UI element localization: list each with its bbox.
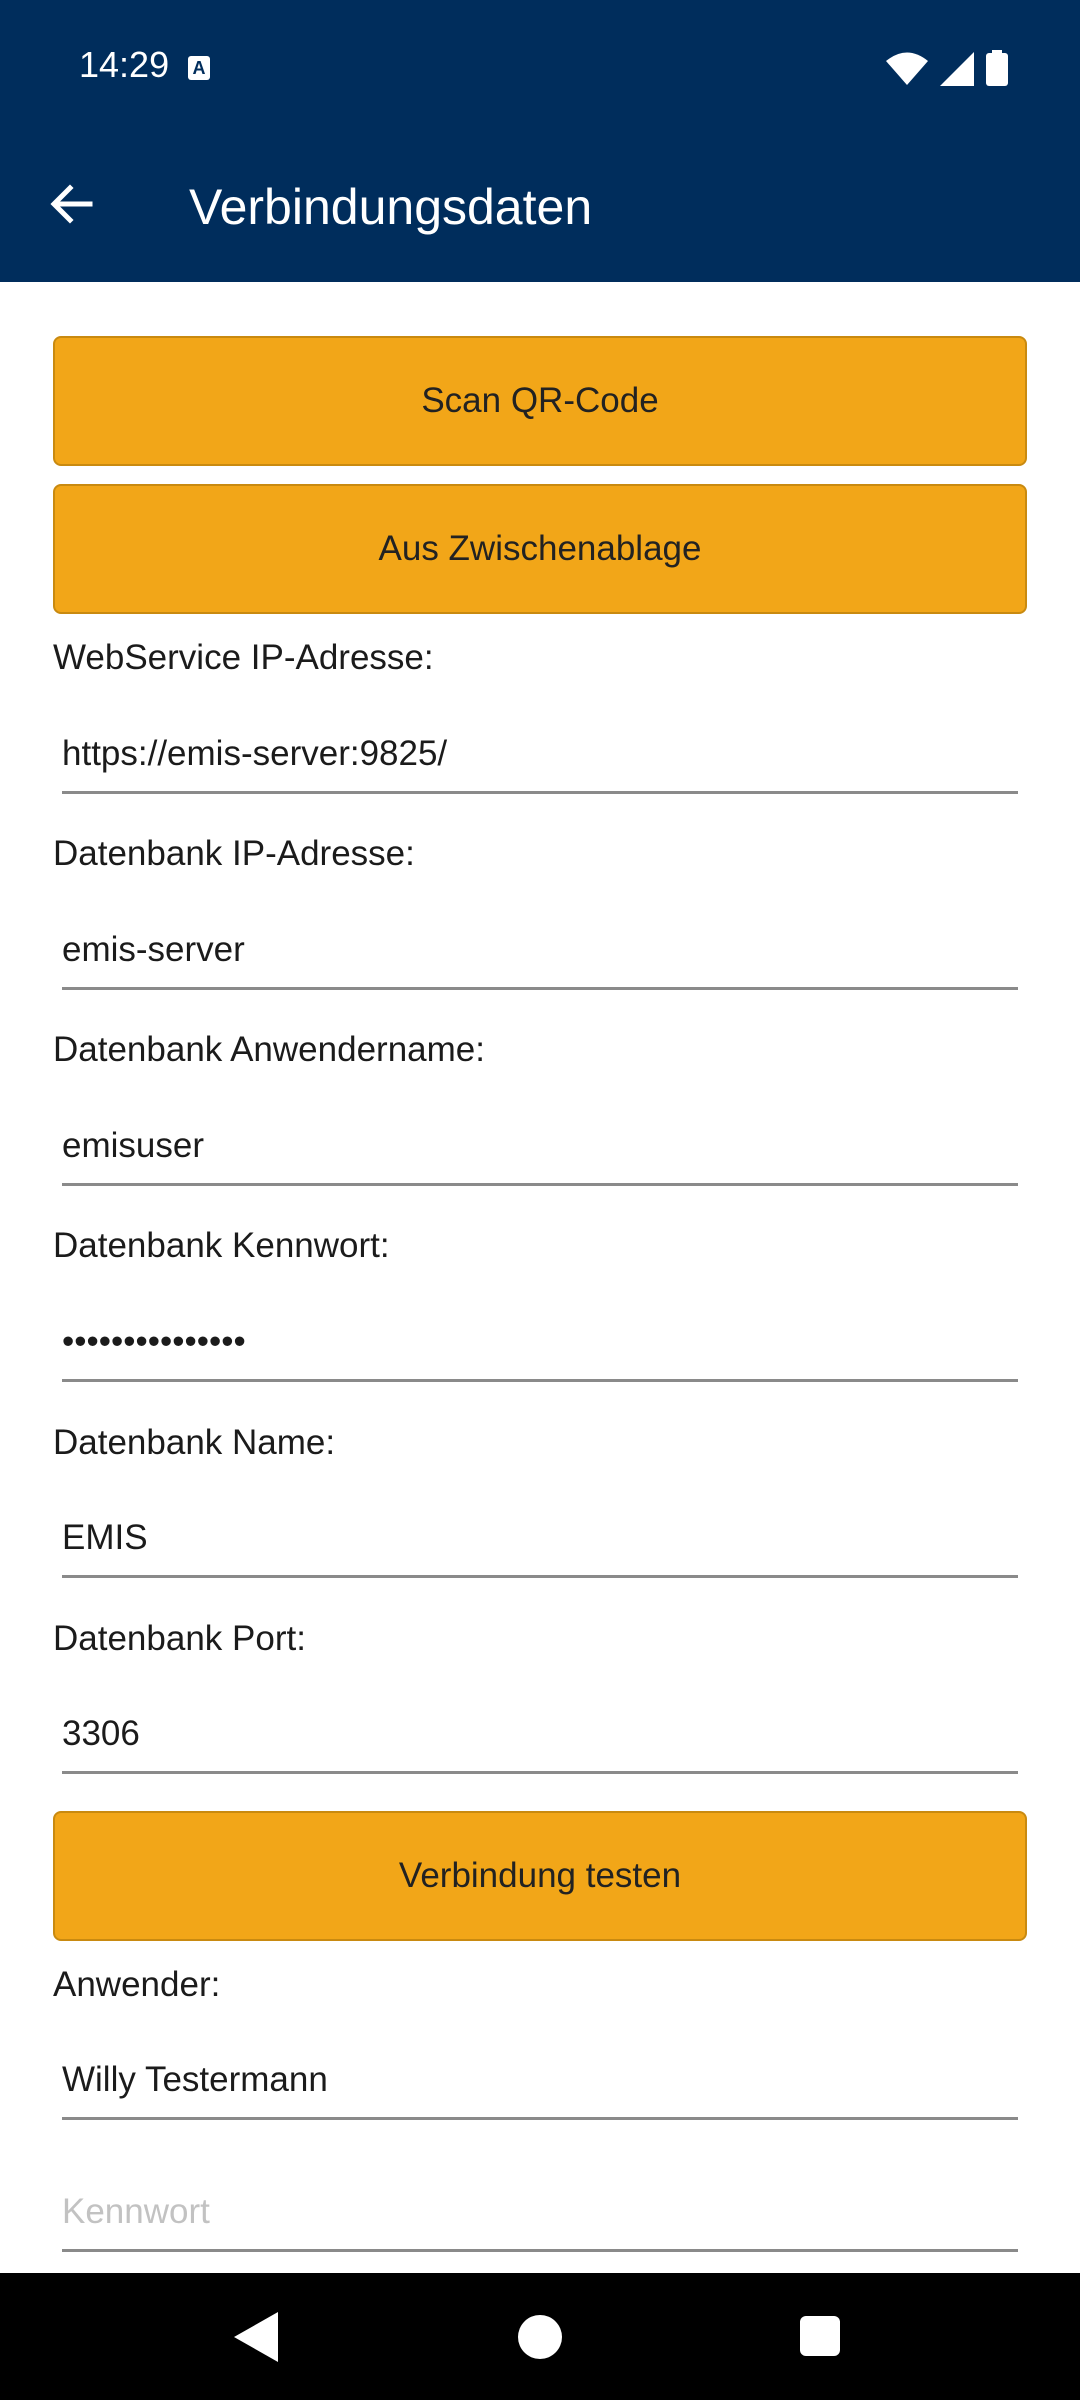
webservice-input[interactable]: https://emis-server:9825/ [62,724,1018,794]
scan-qr-button[interactable]: Scan QR-Code [53,336,1027,466]
user-input[interactable]: Willy Testermann [62,2050,1018,2120]
arrow-left-icon [50,184,93,224]
user-label: Anwender: [53,1965,221,2004]
db-port-label: Datenbank Port: [53,1619,306,1658]
db-password-label: Datenbank Kennwort: [53,1226,390,1265]
test-connection-button[interactable]: Verbindung testen [53,1811,1027,1941]
db-port-input[interactable]: 3306 [62,1704,1018,1774]
back-button[interactable] [40,172,104,236]
status-time: 14:29 [79,44,170,85]
notification-a-icon: A [188,56,210,80]
db-ip-input[interactable]: emis-server [62,920,1018,990]
db-ip-label: Datenbank IP-Adresse: [53,834,415,873]
system-nav-bar [0,2273,1080,2400]
db-password-input[interactable]: ••••••••••••••• [62,1312,1018,1382]
db-user-label: Datenbank Anwendername: [53,1030,485,1069]
paste-clipboard-button[interactable]: Aus Zwischenablage [53,484,1027,614]
home-circle-icon[interactable] [518,2315,562,2359]
webservice-label: WebService IP-Adresse: [53,638,434,677]
status-bar: 14:29 A [0,0,1080,134]
battery-icon [986,50,1008,86]
back-triangle-icon[interactable] [234,2312,278,2362]
password-input[interactable]: Kennwort [62,2182,1018,2252]
page-title: Verbindungsdaten [189,179,593,235]
status-icons [886,50,1008,86]
db-name-label: Datenbank Name: [53,1423,336,1462]
app-bar: Verbindungsdaten [0,134,1080,282]
db-user-input[interactable]: emisuser [62,1116,1018,1186]
wifi-icon [886,52,928,85]
db-name-input[interactable]: EMIS [62,1508,1018,1578]
recents-square-icon[interactable] [800,2316,840,2356]
signal-icon [940,52,974,86]
